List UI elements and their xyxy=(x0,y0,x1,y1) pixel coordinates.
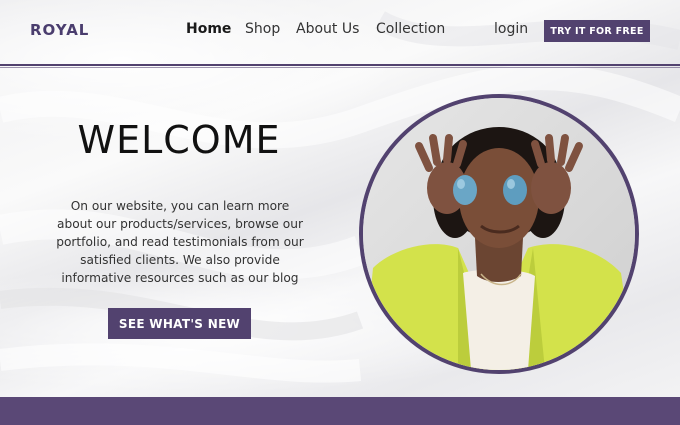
hero-title: WELCOME xyxy=(77,118,281,162)
nav-shop[interactable]: Shop xyxy=(245,21,280,37)
nav-collection[interactable]: Collection xyxy=(376,21,445,37)
nav-home[interactable]: Home xyxy=(186,21,231,37)
header-divider xyxy=(0,64,680,66)
try-it-for-free-button[interactable]: TRY IT FOR FREE xyxy=(544,20,650,42)
login-link[interactable]: login xyxy=(494,21,528,37)
hero-photo xyxy=(359,94,639,374)
site-header: ROYAL Home Shop About Us Collection logi… xyxy=(0,0,680,63)
nav-about-us[interactable]: About Us xyxy=(296,21,359,37)
see-whats-new-button[interactable]: SEE WHAT'S NEW xyxy=(108,308,251,339)
hero-description: On our website, you can learn more about… xyxy=(56,199,304,285)
header-divider-thin xyxy=(0,67,680,68)
woman-with-eggs-photo-icon xyxy=(363,98,635,370)
footer-band xyxy=(0,397,680,425)
